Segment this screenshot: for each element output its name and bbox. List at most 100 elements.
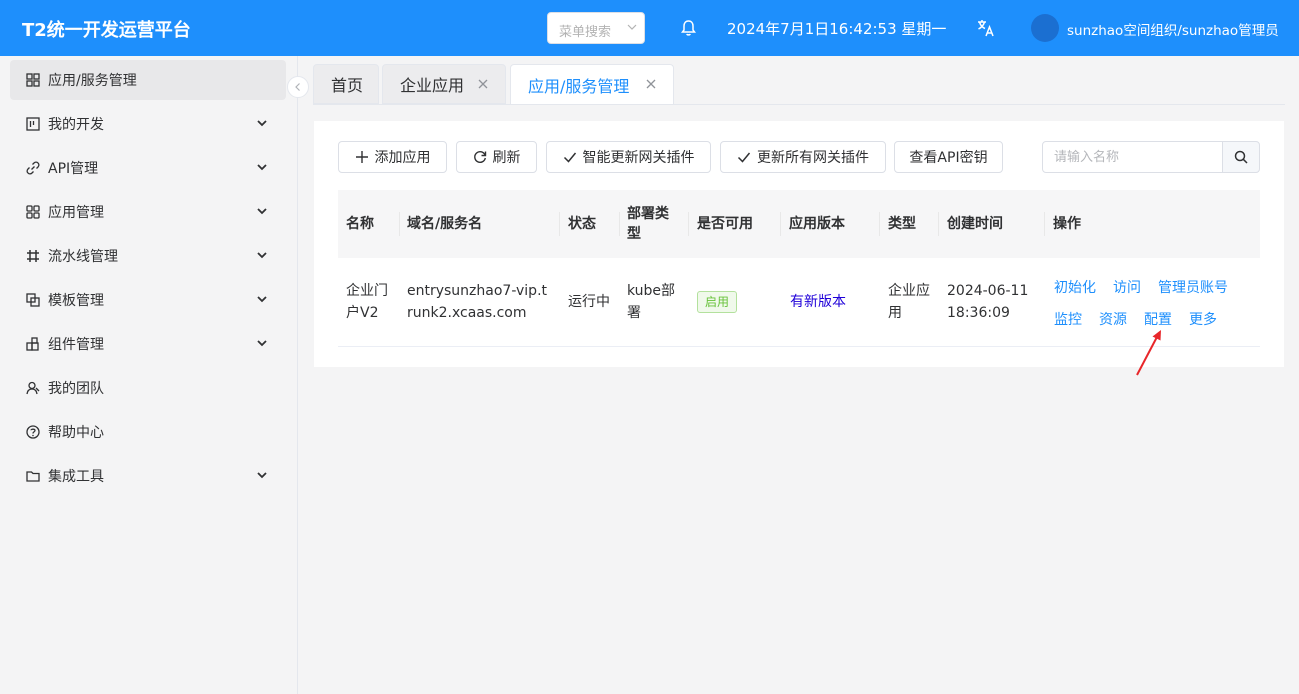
- apps-icon: [26, 205, 40, 219]
- button-label: 更新所有网关插件: [757, 150, 869, 166]
- smart-update-plugin-button[interactable]: 智能更新网关插件: [546, 141, 711, 173]
- tab-label: 企业应用: [400, 76, 465, 95]
- col-divider: [399, 212, 400, 236]
- sidebar-collapse-button[interactable]: [287, 76, 309, 98]
- refresh-button[interactable]: 刷新: [456, 141, 537, 173]
- action-admin-account-link[interactable]: 管理员账号: [1158, 277, 1228, 297]
- cell-domain: entrysunzhao7-vip.trunk2.xcaas.com: [407, 283, 548, 321]
- datetime-display: 2024年7月1日16:42:53 星期一: [727, 20, 947, 38]
- check-icon: [737, 152, 751, 163]
- translate-icon[interactable]: [976, 18, 996, 38]
- status-badge: 启用: [697, 291, 738, 313]
- bell-icon[interactable]: [680, 19, 697, 37]
- board-icon: [26, 117, 40, 131]
- sidebar-item-app-mgmt[interactable]: 应用管理: [10, 192, 286, 232]
- sidebar: 应用/服务管理 我的开发 API管理 应用管理 流水线管理 模板管理 组件管理 …: [0, 56, 298, 694]
- view-api-key-button[interactable]: 查看API密钥: [894, 141, 1003, 173]
- sidebar-item-label: 帮助中心: [48, 425, 104, 441]
- menu-search-placeholder: 菜单搜索: [559, 25, 612, 40]
- sidebar-item-label: API管理: [48, 161, 99, 177]
- tab-label: 首页: [331, 76, 364, 95]
- col-type: 类型: [888, 216, 916, 232]
- tab-label: 应用/服务管理: [528, 76, 630, 96]
- col-domain: 域名/服务名: [407, 216, 483, 232]
- button-label: 智能更新网关插件: [582, 150, 695, 166]
- col-status: 状态: [568, 216, 596, 232]
- sidebar-item-integration[interactable]: 集成工具: [10, 456, 286, 496]
- chevron-down-icon: [257, 252, 267, 259]
- close-icon[interactable]: [477, 78, 489, 90]
- cell-type: 企业应用: [888, 283, 930, 321]
- sidebar-item-help[interactable]: 帮助中心: [10, 412, 286, 452]
- sidebar-item-team[interactable]: 我的团队: [10, 368, 286, 408]
- chevron-down-icon: [257, 208, 267, 215]
- sidebar-item-label: 流水线管理: [48, 249, 118, 265]
- col-divider: [688, 212, 689, 236]
- annotation-arrow: [1136, 330, 1161, 376]
- cell-deploy-type: kube部署: [627, 283, 676, 321]
- component-icon: [26, 337, 39, 351]
- chevron-down-icon: [257, 164, 267, 171]
- chevron-left-icon: [295, 83, 300, 91]
- team-icon: [26, 381, 40, 395]
- menu-search-select[interactable]: 菜单搜索: [547, 12, 645, 44]
- sidebar-item-component[interactable]: 组件管理: [10, 324, 286, 364]
- col-divider: [619, 212, 620, 236]
- close-icon[interactable]: [645, 78, 657, 90]
- chevron-down-icon: [627, 24, 637, 30]
- refresh-icon: [473, 151, 486, 163]
- table-row: 企业门户V2 entrysunzhao7-vip.trunk2.xcaas.co…: [338, 258, 1260, 347]
- app-title: T2统一开发运营平台: [22, 20, 191, 41]
- sidebar-item-label: 应用管理: [48, 205, 104, 221]
- col-divider: [1044, 212, 1045, 236]
- sidebar-item-app-service[interactable]: 应用/服务管理: [10, 60, 286, 100]
- pipeline-icon: [27, 250, 39, 262]
- name-search: [1042, 141, 1260, 173]
- new-version-link[interactable]: 有新版本: [790, 291, 846, 313]
- sidebar-item-label: 组件管理: [48, 337, 104, 353]
- tab-app-service[interactable]: 应用/服务管理: [510, 64, 674, 105]
- action-init-link[interactable]: 初始化: [1054, 277, 1096, 297]
- sidebar-item-label: 模板管理: [48, 293, 104, 309]
- search-button[interactable]: [1222, 141, 1260, 173]
- cell-version: 有新版本: [790, 258, 870, 346]
- sidebar-item-api[interactable]: API管理: [10, 148, 286, 188]
- action-resource-link[interactable]: 资源: [1099, 309, 1127, 329]
- name-search-input[interactable]: [1042, 141, 1224, 173]
- cell-name: 企业门户V2: [346, 283, 388, 321]
- chevron-down-icon: [257, 472, 267, 479]
- tab-enterprise-apps[interactable]: 企业应用: [382, 64, 506, 104]
- cell-created: 2024-06-11 18:36:09: [947, 283, 1029, 321]
- tab-home[interactable]: 首页: [313, 64, 379, 104]
- col-available: 是否可用: [697, 216, 753, 232]
- cell-status: 运行中: [568, 294, 610, 310]
- col-actions: 操作: [1053, 216, 1081, 232]
- col-divider: [879, 212, 880, 236]
- sidebar-item-my-dev[interactable]: 我的开发: [10, 104, 286, 144]
- avatar[interactable]: [1031, 14, 1059, 42]
- sidebar-item-label: 集成工具: [48, 469, 104, 485]
- col-divider: [559, 212, 560, 236]
- user-name[interactable]: sunzhao空间组织/sunzhao管理员: [1067, 19, 1279, 39]
- action-monitor-link[interactable]: 监控: [1054, 309, 1082, 329]
- button-label: 刷新: [492, 150, 521, 166]
- col-deploy-type: 部署类型: [627, 206, 669, 242]
- tabs-divider: [313, 104, 1285, 105]
- link-icon: [26, 161, 40, 175]
- sidebar-item-template[interactable]: 模板管理: [10, 280, 286, 320]
- update-all-plugins-button[interactable]: 更新所有网关插件: [720, 141, 886, 173]
- plus-icon: [355, 151, 368, 163]
- action-visit-link[interactable]: 访问: [1113, 277, 1141, 297]
- chevron-down-icon: [257, 120, 267, 127]
- top-header: T2统一开发运营平台 菜单搜索 2024年7月1日16:42:53 星期一 su…: [0, 0, 1299, 56]
- sidebar-item-pipeline[interactable]: 流水线管理: [10, 236, 286, 276]
- table-header: 名称 域名/服务名 状态 部署类型 是否可用 应用版本 类型 创建时间 操作: [338, 190, 1260, 258]
- action-more-link[interactable]: 更多: [1189, 309, 1217, 329]
- col-created: 创建时间: [947, 216, 1003, 232]
- col-version: 应用版本: [789, 216, 845, 232]
- button-label: 添加应用: [374, 150, 431, 166]
- folder-icon: [26, 471, 40, 482]
- add-app-button[interactable]: 添加应用: [338, 141, 447, 173]
- help-icon: [26, 425, 40, 439]
- sidebar-item-label: 应用/服务管理: [48, 73, 137, 89]
